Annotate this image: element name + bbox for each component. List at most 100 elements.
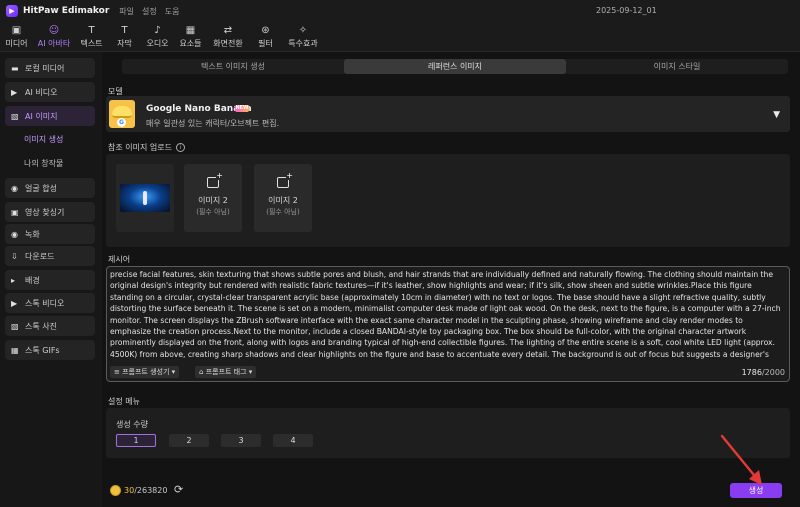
sidebar-item-face-swap[interactable]: ◉ 얼굴 합성 <box>5 178 95 198</box>
count-option-2[interactable]: 2 <box>169 434 209 447</box>
sidebar-item-label: 얼굴 합성 <box>25 183 57 193</box>
model-description: 매우 일관성 있는 캐릭터/오브젝트 편집. <box>146 119 280 128</box>
sidebar-item-stock-photo[interactable]: ▧ 스톡 사진 <box>5 316 95 336</box>
upload-slot-hint: (필수 아님) <box>266 208 300 216</box>
prompt-section-label: 제시어 <box>108 255 131 264</box>
tool-label: 화면전환 <box>213 39 243 48</box>
sidebar-sub-image-generate[interactable]: 이미지 생성 <box>24 134 63 145</box>
prompt-tag-button[interactable]: ⌂ 프롬프트 태그 ▾ <box>195 366 257 378</box>
ai-video-icon: ▶ <box>11 87 18 97</box>
credits-used: 30 <box>124 486 135 495</box>
tab-reference-image[interactable]: 레퍼런스 이미지 <box>344 59 566 74</box>
sidebar-item-label: 다운로드 <box>25 251 55 261</box>
record-icon: ◉ <box>11 229 18 239</box>
tool-text[interactable]: T 텍스트 <box>75 22 108 52</box>
document-title: 2025-09-12_01 <box>596 6 657 15</box>
character-count: 1786 <box>741 368 762 377</box>
info-icon[interactable]: i <box>175 143 185 152</box>
sidebar-item-video-enhance[interactable]: ▣ 영상 찾싱기 <box>5 202 95 222</box>
tool-label: 자막 <box>117 39 132 48</box>
face-swap-icon: ◉ <box>11 183 18 193</box>
tool-effects[interactable]: ✧ 특수효과 <box>282 22 324 52</box>
settings-panel: 생성 수량 1 2 3 4 <box>106 408 790 458</box>
add-image-icon <box>277 172 293 188</box>
refresh-icon[interactable]: ⟳ <box>174 483 183 496</box>
prompt-generator-button[interactable]: ≡ 프롬프트 생성기 ▾ <box>110 366 180 378</box>
mode-tabs: 텍스트 이미지 생성 레퍼런스 이미지 이미지 스타일 <box>122 59 788 74</box>
sidebar-item-label: AI 비디오 <box>25 87 58 97</box>
sidebar-item-stock-video[interactable]: ▶ 스톡 비디오 <box>5 293 95 313</box>
tool-label: 텍스트 <box>80 39 103 48</box>
count-option-4[interactable]: 4 <box>273 434 313 447</box>
text-icon: T <box>88 25 95 36</box>
elements-icon: ▦ <box>185 25 196 36</box>
sidebar-item-stock-gifs[interactable]: ▦ 스톡 GIFs <box>5 340 95 360</box>
bottom-bar: 30/263820 ⟳ 생성 <box>102 479 800 507</box>
sidebar-item-ai-image[interactable]: ▧ AI 이미지 <box>5 106 95 126</box>
tab-text-to-image[interactable]: 텍스트 이미지 생성 <box>122 59 344 74</box>
upload-slot-hint: (필수 아님) <box>196 208 230 216</box>
tab-image-style[interactable]: 이미지 스타일 <box>566 59 788 74</box>
tool-subtitle[interactable]: T 자막 <box>108 22 141 52</box>
prompt-generator-label: 프롬프트 생성기 <box>122 368 170 376</box>
tool-audio[interactable]: ♪ 오디오 <box>141 22 174 52</box>
main-panel: 텍스트 이미지 생성 레퍼런스 이미지 이미지 스타일 모델 G Google … <box>102 52 800 507</box>
subtitle-icon: T <box>121 25 128 36</box>
tool-label: 필터 <box>258 39 273 48</box>
prompt-text[interactable]: precise facial features, skin texturing … <box>110 269 786 361</box>
ai-avatar-icon: ☺ <box>48 25 60 36</box>
settings-section-label: 설정 메뉴 <box>108 397 140 406</box>
upload-slot-2[interactable]: 이미지 2 (필수 아님) <box>184 164 242 232</box>
sidebar-item-label: 로컬 미디어 <box>25 63 65 73</box>
stock-photo-icon: ▧ <box>11 321 19 331</box>
upload-section-label: 참조 이미지 업로드 i <box>108 142 185 153</box>
prompt-tag-label: 프롬프트 태그 <box>205 368 247 376</box>
reference-upload-area: 이미지 2 (필수 아님) 이미지 2 (필수 아님) <box>106 154 790 247</box>
tool-label: 요소들 <box>179 39 202 48</box>
upload-slot-label: 이미지 2 <box>198 196 228 205</box>
upload-slot-3[interactable]: 이미지 2 (필수 아님) <box>254 164 312 232</box>
sidebar-item-record[interactable]: ◉ 녹화 <box>5 224 95 244</box>
sidebar-item-ai-video[interactable]: ▶ AI 비디오 <box>5 82 95 102</box>
tool-transition[interactable]: ⇄ 화면전환 <box>207 22 249 52</box>
sidebar-sub-my-creations[interactable]: 나의 창작물 <box>24 158 63 169</box>
menu-file[interactable]: 파일 <box>119 6 134 17</box>
count-option-3[interactable]: 3 <box>221 434 261 447</box>
chevron-down-icon[interactable]: ▼ <box>773 110 780 120</box>
tag-icon: ⌂ <box>199 368 204 376</box>
filter-icon: ⊛ <box>261 25 270 36</box>
main-toolbar: ▣ 미디어 ☺ AI 아바타 T 텍스트 T 자막 ♪ 오디오 ▦ 요소들 ⇄ … <box>0 22 800 52</box>
stage-image <box>120 184 170 212</box>
tool-elements[interactable]: ▦ 요소들 <box>174 22 207 52</box>
audio-icon: ♪ <box>154 25 161 36</box>
wand-icon: ≡ <box>114 368 120 376</box>
model-selector[interactable]: G Google Nano Banana NEW 매우 일관성 있는 캐릭터/오… <box>106 96 790 132</box>
chevron-down-icon: ▾ <box>248 368 253 376</box>
ai-image-icon: ▧ <box>11 111 19 121</box>
menu-help[interactable]: 도움 <box>165 6 180 17</box>
character-max: /2000 <box>761 368 785 377</box>
prompt-input[interactable]: precise facial features, skin texturing … <box>106 266 790 382</box>
tool-label: 미디어 <box>5 39 28 48</box>
tool-label: 오디오 <box>146 39 169 48</box>
sidebar-item-background[interactable]: ▸ 배경 <box>5 270 95 290</box>
tool-ai-avatar[interactable]: ☺ AI 아바타 <box>33 22 75 52</box>
effects-icon: ✧ <box>298 25 308 36</box>
menu-settings[interactable]: 설정 <box>142 6 157 17</box>
new-badge: NEW <box>235 105 249 112</box>
transition-icon: ⇄ <box>223 25 233 36</box>
reference-image-thumbnail[interactable] <box>116 164 174 232</box>
sidebar-item-local-media[interactable]: ▬ 로컬 미디어 <box>5 58 95 78</box>
sidebar-item-download[interactable]: ⇩ 다운로드 <box>5 246 95 266</box>
banana-model-icon: G <box>109 100 135 128</box>
tool-filter[interactable]: ⊛ 필터 <box>249 22 282 52</box>
stock-video-icon: ▶ <box>11 298 18 308</box>
coin-icon <box>110 485 121 496</box>
tool-label: 특수효과 <box>288 39 318 48</box>
add-image-icon <box>207 172 223 188</box>
background-icon: ▸ <box>11 275 16 285</box>
upload-slot-label: 이미지 2 <box>268 196 298 205</box>
sidebar-item-label: 스톡 비디오 <box>25 298 65 308</box>
count-option-1[interactable]: 1 <box>116 434 156 447</box>
tool-media[interactable]: ▣ 미디어 <box>0 22 33 52</box>
